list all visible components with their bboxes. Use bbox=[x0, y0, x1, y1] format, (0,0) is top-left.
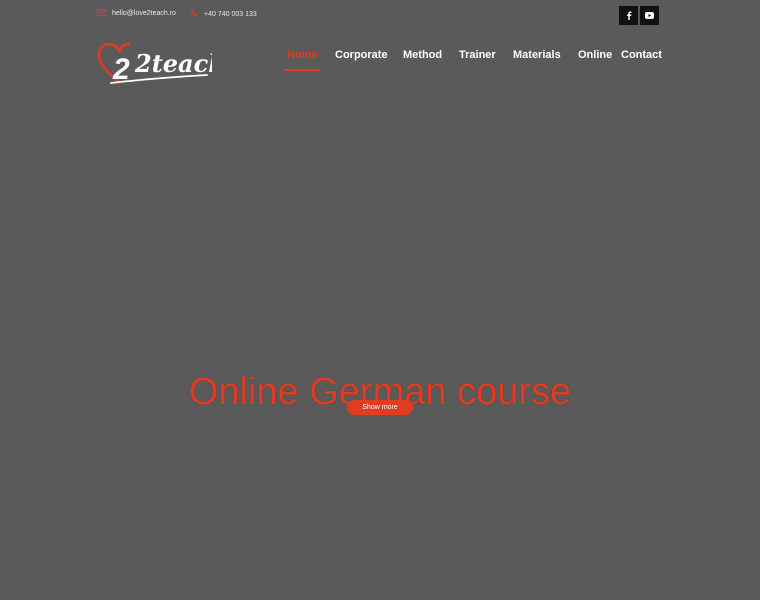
nav-item-trainer[interactable]: Trainer bbox=[459, 48, 496, 62]
main-navigation: Home Corporate Method Trainer Materials … bbox=[0, 48, 760, 72]
phone-text: +40 740 003 133 bbox=[204, 10, 257, 18]
top-bar: hello@love2teach.ro +40 740 003 133 bbox=[0, 0, 760, 32]
nav-item-corporate[interactable]: Corporate bbox=[335, 48, 388, 62]
active-nav-indicator bbox=[285, 69, 320, 71]
nav-item-contact[interactable]: Contact bbox=[621, 48, 662, 62]
nav-item-method[interactable]: Method bbox=[403, 48, 442, 62]
nav-item-online[interactable]: Online bbox=[578, 48, 612, 62]
phone-contact[interactable]: +40 740 003 133 bbox=[190, 9, 257, 19]
phone-icon bbox=[190, 9, 204, 19]
youtube-icon bbox=[645, 12, 654, 19]
nav-item-materials[interactable]: Materials bbox=[513, 48, 561, 62]
email-text: hello@love2teach.ro bbox=[112, 10, 176, 17]
email-contact[interactable]: hello@love2teach.ro bbox=[97, 9, 176, 18]
show-more-button[interactable]: Show more bbox=[347, 400, 413, 415]
mail-icon bbox=[97, 9, 112, 18]
facebook-link[interactable] bbox=[619, 6, 638, 25]
youtube-link[interactable] bbox=[640, 6, 659, 25]
facebook-icon bbox=[626, 11, 632, 20]
nav-item-home[interactable]: Home bbox=[287, 48, 318, 62]
